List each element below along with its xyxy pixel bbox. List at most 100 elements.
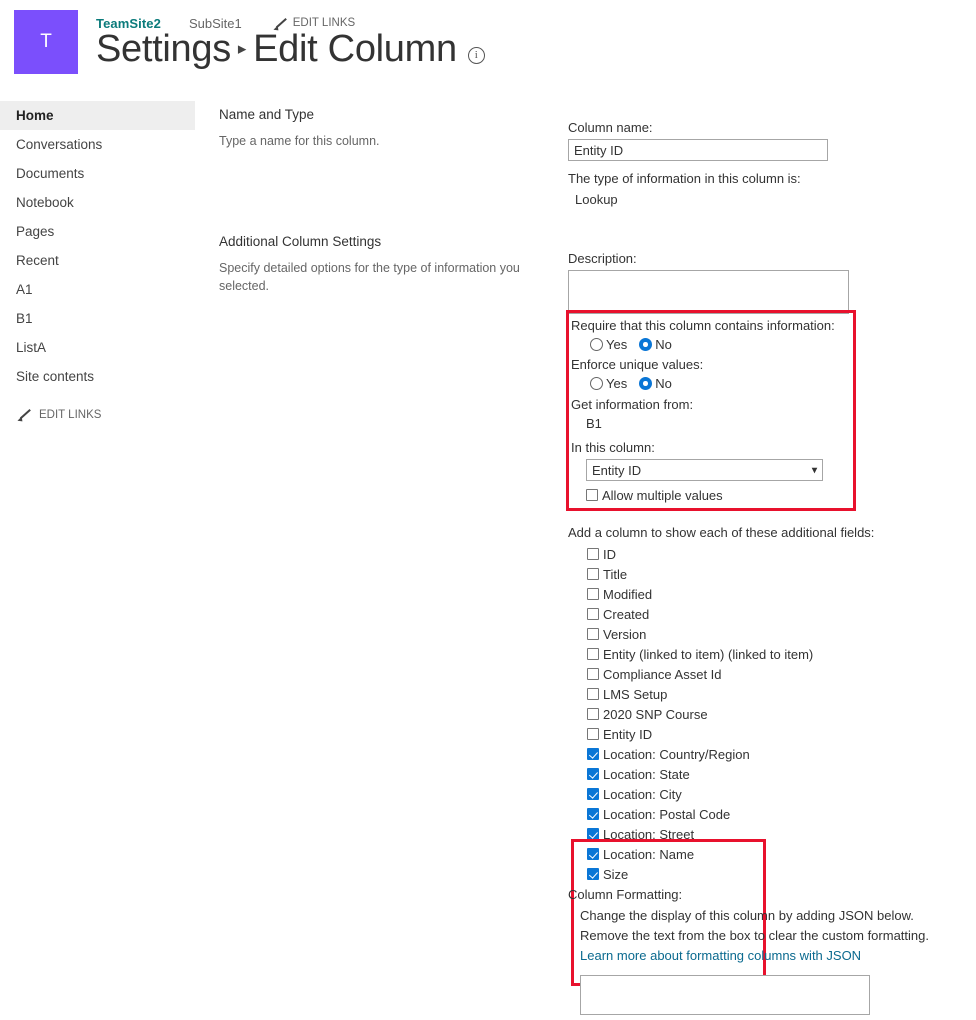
additional-field-checkbox-row[interactable]: Location: Street bbox=[587, 824, 968, 844]
additional-field-checkbox-row[interactable]: Title bbox=[587, 564, 968, 584]
additional-field-label: Location: State bbox=[603, 766, 690, 782]
column-type-label: The type of information in this column i… bbox=[568, 171, 801, 186]
in-this-column-selected-value: Entity ID bbox=[592, 462, 642, 478]
sidebar-item-site-contents[interactable]: Site contents bbox=[0, 362, 195, 391]
additional-field-label: Location: City bbox=[603, 786, 682, 802]
chevron-down-icon: ▾ bbox=[811, 464, 817, 476]
additional-field-checkbox-row[interactable]: ID bbox=[587, 544, 968, 564]
column-formatting-json-textarea[interactable] bbox=[580, 975, 870, 1016]
column-type-group: The type of information in this column i… bbox=[568, 171, 968, 210]
require-no-option[interactable]: No bbox=[639, 337, 672, 352]
additional-field-label: ID bbox=[603, 546, 616, 562]
enforce-yes-option[interactable]: Yes bbox=[590, 376, 627, 391]
checkbox-icon bbox=[587, 728, 599, 740]
additional-field-label: 2020 SNP Course bbox=[603, 706, 708, 722]
additional-field-checkbox-row[interactable]: Modified bbox=[587, 584, 968, 604]
additional-field-checkbox-row[interactable]: Entity ID bbox=[587, 724, 968, 744]
additional-field-label: Location: Name bbox=[603, 846, 695, 862]
get-information-from-value: B1 bbox=[586, 416, 602, 431]
sidebar-item-documents[interactable]: Documents bbox=[0, 159, 195, 188]
additional-field-checkbox-row[interactable]: 2020 SNP Course bbox=[587, 704, 968, 724]
column-name-label: Column name: bbox=[568, 120, 653, 135]
sidebar-item-home[interactable]: Home bbox=[0, 101, 195, 130]
additional-fields-list: ID Title Modified Created Version Entity (lin… bbox=[587, 544, 968, 884]
enforce-unique-label: Enforce unique values: bbox=[571, 357, 704, 372]
sidebar-edit-links-label: EDIT LINKS bbox=[39, 408, 102, 421]
column-formatting-label: Column Formatting: bbox=[568, 887, 683, 902]
sidebar-item-conversations[interactable]: Conversations bbox=[0, 130, 195, 159]
require-no-label: No bbox=[655, 337, 672, 352]
sidebar-item-recent[interactable]: Recent bbox=[0, 246, 195, 275]
checkbox-icon bbox=[587, 588, 599, 600]
description-group: Description: bbox=[568, 251, 968, 319]
require-yes-label: Yes bbox=[606, 337, 628, 352]
checkbox-icon-checked bbox=[587, 868, 599, 880]
additional-field-label: Location: Street bbox=[603, 826, 695, 842]
radio-icon bbox=[590, 338, 603, 351]
additional-field-checkbox-row[interactable]: Location: State bbox=[587, 764, 968, 784]
site-logo-letter: T bbox=[40, 31, 52, 52]
additional-field-label: Created bbox=[603, 606, 650, 622]
enforce-no-option[interactable]: No bbox=[639, 376, 672, 391]
additional-field-label: LMS Setup bbox=[603, 686, 668, 702]
additional-field-checkbox-row[interactable]: Created bbox=[587, 604, 968, 624]
sidebar-item-notebook[interactable]: Notebook bbox=[0, 188, 195, 217]
radio-icon bbox=[590, 377, 603, 390]
in-this-column-label: In this column: bbox=[571, 440, 655, 455]
additional-field-label: Title bbox=[603, 566, 628, 582]
breadcrumb-chevron-icon: ▸ bbox=[237, 39, 247, 58]
checkbox-icon bbox=[586, 489, 598, 501]
sidebar-edit-links-button[interactable]: EDIT LINKS bbox=[0, 408, 195, 421]
site-logo-tile[interactable]: T bbox=[14, 10, 78, 74]
column-formatting-line-2: Remove the text from the box to clear th… bbox=[580, 928, 929, 944]
require-yes-option[interactable]: Yes bbox=[590, 337, 627, 352]
checkbox-icon bbox=[587, 608, 599, 620]
column-name-group: Column name: bbox=[568, 120, 968, 161]
column-formatting-learn-more-link[interactable]: Learn more about formatting columns with… bbox=[580, 946, 861, 966]
checkbox-icon-checked bbox=[587, 768, 599, 780]
in-this-column-select[interactable]: Entity ID ▾ bbox=[586, 459, 823, 481]
additional-field-checkbox-row[interactable]: LMS Setup bbox=[587, 684, 968, 704]
checkbox-icon-checked bbox=[587, 788, 599, 800]
additional-field-label: Size bbox=[603, 866, 629, 882]
checkbox-icon bbox=[587, 568, 599, 580]
require-label: Require that this column contains inform… bbox=[571, 318, 835, 333]
info-icon[interactable]: i bbox=[467, 47, 485, 64]
sidebar-item-a1[interactable]: A1 bbox=[0, 275, 195, 304]
additional-field-checkbox-row[interactable]: Size bbox=[587, 864, 968, 884]
checkbox-icon-checked bbox=[587, 848, 599, 860]
additional-field-checkbox-row[interactable]: Compliance Asset Id bbox=[587, 664, 968, 684]
additional-field-label: Entity (linked to item) (linked to item) bbox=[603, 646, 814, 662]
lookup-settings-group: Require that this column contains inform… bbox=[568, 318, 968, 505]
page-title-settings[interactable]: Settings bbox=[96, 28, 231, 70]
section-additional-column-settings: Additional Column Settings Specify detai… bbox=[219, 234, 549, 295]
column-type-value: Lookup bbox=[575, 192, 618, 207]
allow-multiple-values-checkbox[interactable]: Allow multiple values bbox=[586, 485, 968, 505]
enforce-unique-radio-group: Yes No bbox=[590, 376, 968, 391]
additional-field-label: Version bbox=[603, 626, 647, 642]
additional-field-checkbox-row[interactable]: Entity (linked to item) (linked to item) bbox=[587, 644, 968, 664]
description-textarea[interactable] bbox=[568, 270, 849, 314]
additional-field-checkbox-row[interactable]: Location: City bbox=[587, 784, 968, 804]
additional-field-label: Modified bbox=[603, 586, 653, 602]
checkbox-icon bbox=[587, 668, 599, 680]
radio-icon-selected bbox=[639, 338, 653, 351]
checkbox-icon bbox=[587, 708, 599, 720]
additional-field-checkbox-row[interactable]: Location: Name bbox=[587, 844, 968, 864]
checkbox-icon bbox=[587, 548, 599, 560]
additional-fields-label: Add a column to show each of these addit… bbox=[568, 525, 875, 540]
additional-field-checkbox-row[interactable]: Location: Country/Region bbox=[587, 744, 968, 764]
additional-field-checkbox-row[interactable]: Version bbox=[587, 624, 968, 644]
sidebar-item-b1[interactable]: B1 bbox=[0, 304, 195, 333]
require-radio-group: Yes No bbox=[590, 337, 968, 352]
checkbox-icon-checked bbox=[587, 808, 599, 820]
section-name-and-type-description: Type a name for this column. bbox=[219, 134, 380, 148]
section-name-and-type: Name and Type Type a name for this colum… bbox=[219, 107, 549, 150]
checkbox-icon bbox=[587, 688, 599, 700]
additional-field-label: Entity ID bbox=[603, 726, 653, 742]
checkbox-icon bbox=[587, 628, 599, 640]
additional-field-checkbox-row[interactable]: Location: Postal Code bbox=[587, 804, 968, 824]
sidebar-item-pages[interactable]: Pages bbox=[0, 217, 195, 246]
column-name-input[interactable] bbox=[568, 139, 828, 161]
sidebar-item-lista[interactable]: ListA bbox=[0, 333, 195, 362]
